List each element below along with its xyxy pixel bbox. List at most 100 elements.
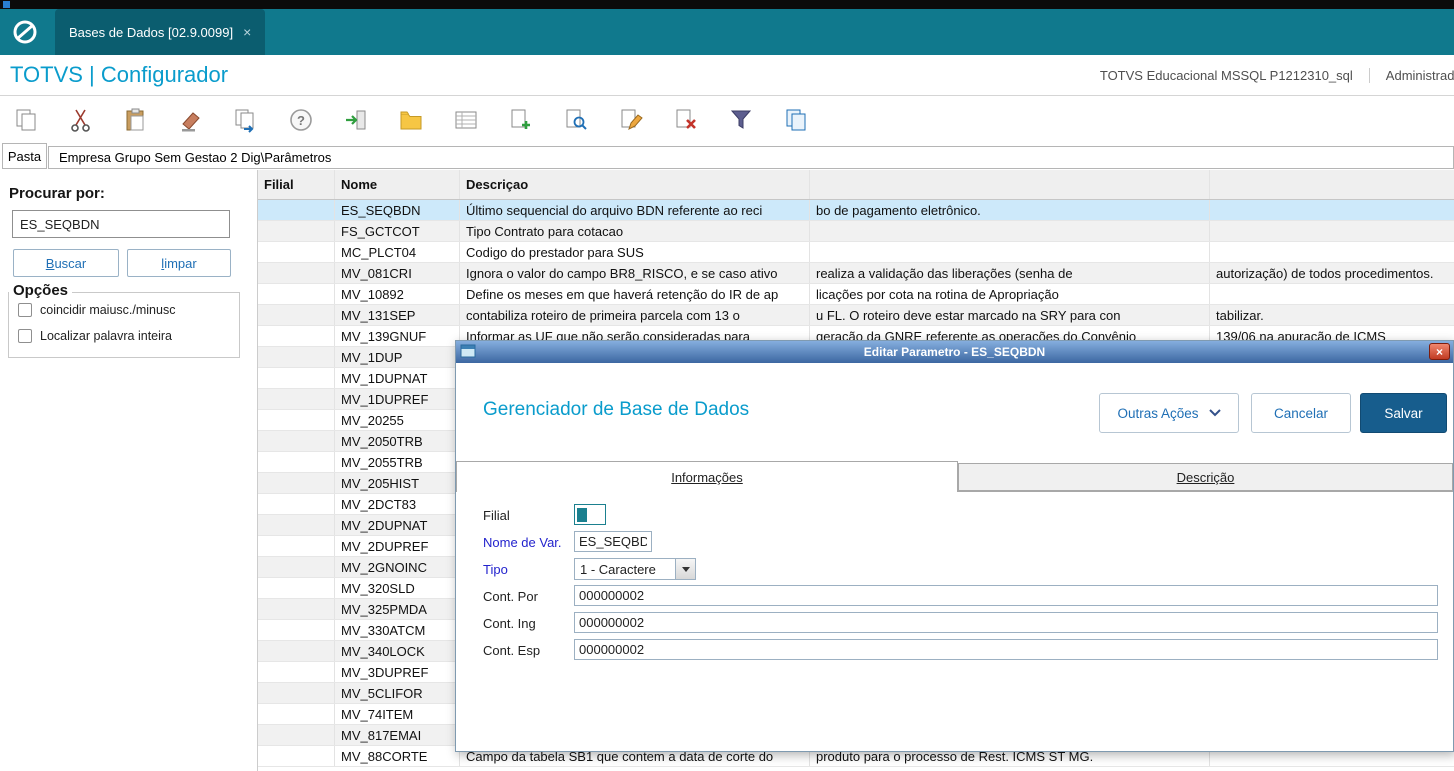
cell-filial (258, 305, 335, 325)
copy-icon[interactable] (10, 104, 42, 136)
cell-descricao-3: autorização) de todos procedimentos. (1216, 265, 1434, 281)
nome-var-label: Nome de Var. (483, 535, 562, 550)
cell-nome: ES_SEQBDN (335, 200, 460, 220)
cell-nome: MV_1DUPNAT (335, 368, 460, 388)
cell-nome: MV_1DUP (335, 347, 460, 367)
table-row[interactable]: MV_131SEP contabiliza roteiro de primeir… (258, 305, 1454, 326)
filial-field[interactable] (574, 504, 606, 525)
enter-icon[interactable] (340, 104, 372, 136)
filial-label: Filial (483, 508, 510, 523)
cell-descricao-1: Define os meses em que haverá retenção d… (460, 284, 810, 304)
checkbox-label: Localizar palavra inteira (40, 329, 173, 343)
column-desc-cont1 (810, 170, 1210, 199)
eraser-icon[interactable] (175, 104, 207, 136)
os-app-icon (3, 1, 10, 8)
cell-filial (258, 431, 335, 451)
cell-filial (258, 473, 335, 493)
edit-record-icon[interactable] (615, 104, 647, 136)
cell-filial (258, 368, 335, 388)
close-icon[interactable]: × (1429, 343, 1450, 360)
cont-ing-field[interactable] (574, 612, 1438, 633)
edit-parameter-dialog: Editar Parametro - ES_SEQBDN × Gerenciad… (455, 340, 1454, 752)
cell-nome: MV_2DUPNAT (335, 515, 460, 535)
view-record-icon[interactable] (560, 104, 592, 136)
table-row[interactable]: MC_PLCT04 Codigo do prestador para SUS (258, 242, 1454, 263)
table-row[interactable]: ES_SEQBDN Último sequencial do arquivo B… (258, 200, 1454, 221)
checkbox-icon[interactable] (18, 303, 32, 317)
window-icon (460, 344, 476, 362)
column-filial[interactable]: Filial (258, 170, 335, 199)
outras-acoes-button[interactable]: Outras Ações (1099, 393, 1239, 433)
tab-informacoes[interactable]: Informações (456, 461, 958, 492)
buscar-button[interactable]: Buscar (13, 249, 119, 277)
option-match-case[interactable]: coincidir maiusc./minusc (18, 303, 175, 317)
duplicate-icon[interactable] (780, 104, 812, 136)
cell-filial (258, 263, 335, 283)
cell-nome: MV_205HIST (335, 473, 460, 493)
cell-nome: MV_5CLIFOR (335, 683, 460, 703)
tipo-select[interactable]: 1 - Caractere (574, 558, 696, 580)
totvs-logo-icon (10, 17, 40, 47)
breadcrumb: Empresa Grupo Sem Gestao 2 Dig\Parâmetro… (48, 146, 1454, 169)
cell-nome: MV_2055TRB (335, 452, 460, 472)
column-descricao[interactable]: Descriçao (460, 170, 810, 199)
tab-descricao[interactable]: Descrição (958, 463, 1453, 491)
search-input[interactable] (12, 210, 230, 238)
filter-icon[interactable] (725, 104, 757, 136)
cut-icon[interactable] (65, 104, 97, 136)
cell-filial (258, 578, 335, 598)
cell-filial (258, 284, 335, 304)
table-row[interactable]: FS_GCTCOT Tipo Contrato para cotacao (258, 221, 1454, 242)
pasta-tab[interactable]: Pasta (2, 143, 47, 169)
send-icon[interactable] (230, 104, 262, 136)
cell-filial (258, 599, 335, 619)
cell-nome: MV_817EMAI (335, 725, 460, 745)
nome-var-field[interactable] (574, 531, 652, 552)
paste-icon[interactable] (120, 104, 152, 136)
dialog-heading: Gerenciador de Base de Dados (483, 399, 750, 420)
totvs-configurador-screen: Bases de Dados [02.9.0099] × TOTVS | Con… (0, 0, 1454, 771)
cont-esp-field[interactable] (574, 639, 1438, 660)
cell-nome: MV_74ITEM (335, 704, 460, 724)
limpar-button[interactable]: limpar (127, 249, 231, 277)
cell-nome: MV_081CRI (335, 263, 460, 283)
checkbox-icon[interactable] (18, 329, 32, 343)
cell-descricao-1: Codigo do prestador para SUS (460, 242, 810, 262)
cell-nome: MV_88CORTE (335, 746, 460, 766)
salvar-button[interactable]: Salvar (1360, 393, 1447, 433)
help-icon[interactable]: ? (285, 104, 317, 136)
os-titlebar (0, 0, 1454, 9)
option-whole-word[interactable]: Localizar palavra inteira (18, 329, 172, 343)
cell-filial (258, 557, 335, 577)
cell-filial (258, 725, 335, 745)
add-record-icon[interactable] (505, 104, 537, 136)
cell-descricao-2: realiza a validação das liberações (senh… (810, 263, 1210, 283)
delete-record-icon[interactable] (670, 104, 702, 136)
cell-nome: MV_1DUPREF (335, 389, 460, 409)
tipo-selected-value: 1 - Caractere (580, 561, 656, 577)
options-title: Opções (9, 282, 73, 299)
table-header: Filial Nome Descriçao (258, 170, 1454, 200)
divider (1368, 68, 1370, 83)
dropdown-button[interactable] (675, 559, 695, 579)
tab-bases-de-dados[interactable]: Bases de Dados [02.9.0099] × (55, 9, 266, 55)
tab-label: Bases de Dados [02.9.0099] (69, 24, 234, 40)
table-row[interactable]: MV_081CRI Ignora o valor do campo BR8_RI… (258, 263, 1454, 284)
dialog-titlebar[interactable]: Editar Parametro - ES_SEQBDN × (456, 341, 1453, 363)
cancelar-button[interactable]: Cancelar (1251, 393, 1351, 433)
cell-nome: MV_2DCT83 (335, 494, 460, 514)
table-icon[interactable] (450, 104, 482, 136)
cont-por-label: Cont. Por (483, 589, 538, 604)
cell-descricao-2: bo de pagamento eletrônico. (810, 200, 1210, 220)
cell-nome: MV_340LOCK (335, 641, 460, 661)
cell-filial (258, 242, 335, 262)
table-row[interactable]: MV_10892 Define os meses em que haverá r… (258, 284, 1454, 305)
folder-icon[interactable] (395, 104, 427, 136)
environment-info: TOTVS Educacional MSSQL P1212310_sql Adm… (1100, 68, 1454, 83)
column-nome[interactable]: Nome (335, 170, 460, 199)
cont-por-field[interactable] (574, 585, 1438, 606)
cell-descricao-2: licações por cota na rotina de Apropriaç… (810, 284, 1210, 304)
checkbox-label: coincidir maiusc./minusc (40, 303, 176, 317)
tab-close-icon[interactable]: × (243, 24, 251, 40)
environment-label: TOTVS Educacional MSSQL P1212310_sql (1099, 68, 1353, 83)
